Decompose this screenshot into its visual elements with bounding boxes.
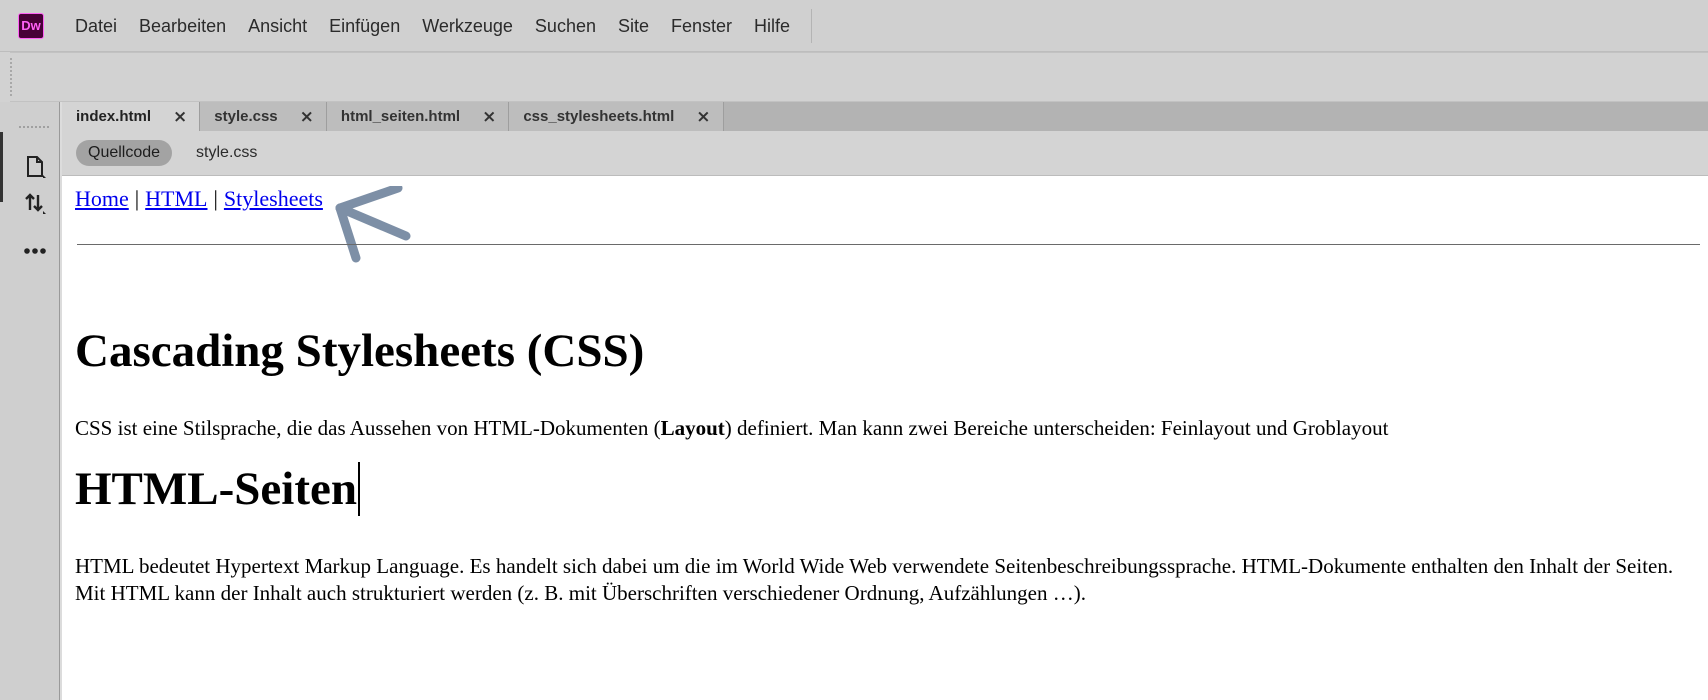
rail-grip-handle[interactable] <box>19 126 49 130</box>
nav-link-stylesheets[interactable]: Stylesheets <box>224 186 323 211</box>
toolbar <box>0 52 1708 102</box>
document-tabs: index.html × style.css × html_seiten.htm… <box>62 102 1708 131</box>
tab-style-css[interactable]: style.css × <box>200 102 327 131</box>
menu-hilfe[interactable]: Hilfe <box>743 0 801 52</box>
related-file-style-css[interactable]: style.css <box>196 144 257 162</box>
tab-label: index.html <box>76 108 152 125</box>
menu-datei[interactable]: Datei <box>64 0 128 52</box>
menu-suchen[interactable]: Suchen <box>524 0 607 52</box>
file-icon[interactable] <box>20 152 50 182</box>
close-icon[interactable]: × <box>300 107 314 127</box>
tab-label: style.css <box>214 108 278 125</box>
related-files-bar: Quellcode style.css <box>62 131 1708 176</box>
paragraph-css[interactable]: CSS ist eine Stilsprache, die das Ausseh… <box>75 415 1695 442</box>
tab-html-seiten[interactable]: html_seiten.html × <box>326 102 510 131</box>
design-view-canvas[interactable]: Home | HTML | Stylesheets Cascading Styleshe… <box>62 176 1708 700</box>
menu-fenster[interactable]: Fenster <box>660 0 743 52</box>
close-icon[interactable]: × <box>696 107 710 127</box>
menu-ansicht[interactable]: Ansicht <box>237 0 318 52</box>
paragraph-text: CSS ist eine Stilsprache, die das Ausseh… <box>75 416 661 440</box>
nav-separator: | <box>134 186 140 211</box>
paragraph-html[interactable]: HTML bedeutet Hypertext Markup Language.… <box>75 553 1695 607</box>
menu-divider <box>811 8 813 43</box>
tab-index-html[interactable]: index.html × <box>62 102 201 131</box>
page-heading-html-seiten[interactable]: HTML-Seiten <box>75 462 360 517</box>
text-cursor <box>357 462 360 517</box>
menu-bearbeiten[interactable]: Bearbeiten <box>128 0 237 52</box>
page-nav: Home | HTML | Stylesheets <box>75 186 323 212</box>
nav-separator: | <box>213 186 218 211</box>
nav-link-html[interactable]: HTML <box>145 186 207 211</box>
source-code-button[interactable]: Quellcode <box>76 140 173 166</box>
close-icon[interactable]: × <box>482 107 496 127</box>
annotation-arrow-icon <box>335 186 411 263</box>
menu-bar: Dw Datei Bearbeiten Ansicht Einfügen Wer… <box>0 0 1708 52</box>
tab-label: css_stylesheets.html <box>523 108 675 125</box>
close-icon[interactable]: × <box>173 107 187 127</box>
sort-arrows-icon[interactable] <box>20 188 50 218</box>
paragraph-text: ) definiert. Man kann zwei Bereiche unte… <box>724 416 1389 440</box>
horizontal-rule <box>77 244 1700 245</box>
tab-css-stylesheets[interactable]: css_stylesheets.html × <box>509 102 724 131</box>
dreamweaver-logo-icon: Dw <box>18 12 44 39</box>
page-heading-css[interactable]: Cascading Stylesheets (CSS) <box>75 325 644 378</box>
menu-einfuegen[interactable]: Einfügen <box>318 0 411 52</box>
heading-text: HTML-Seiten <box>75 463 357 515</box>
tab-label: html_seiten.html <box>340 108 461 125</box>
menu-werkzeuge[interactable]: Werkzeuge <box>411 0 524 52</box>
left-edge <box>0 102 10 700</box>
toolbar-grip-handle[interactable] <box>10 58 12 96</box>
more-icon[interactable] <box>20 236 50 266</box>
nav-link-home[interactable]: Home <box>75 186 129 211</box>
tools-rail <box>10 102 60 700</box>
bold-layout: Layout <box>660 416 725 440</box>
edge-marker <box>0 132 3 202</box>
toolbar-frame <box>10 52 1708 102</box>
menu-site[interactable]: Site <box>607 0 660 52</box>
